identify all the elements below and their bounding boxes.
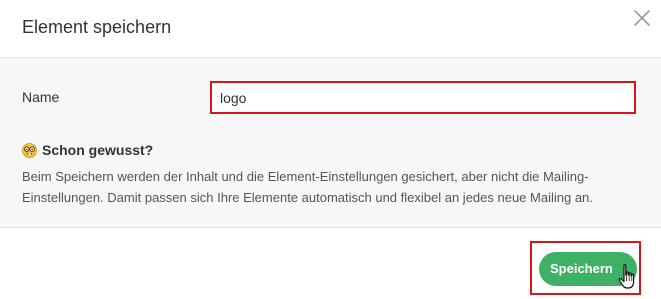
tip-title: Schon gewusst? [42,142,154,158]
save-button[interactable]: Speichern [539,252,637,286]
save-button-highlight: Speichern [530,241,641,295]
name-input[interactable] [212,83,634,112]
close-icon[interactable] [632,8,652,28]
save-element-dialog: Element speichern Name logo Schon gewuss… [0,0,661,299]
dialog-header: Element speichern [0,0,661,58]
nerd-face-icon [22,142,37,158]
name-field-highlight [210,81,636,114]
tip-text: Beim Speichern werden der Inhalt und die… [22,169,593,205]
dialog-body: Name Schon gewusst? Beim Speichern werde… [0,58,661,228]
name-label: Name [22,89,60,105]
dialog-title: Element speichern [22,17,172,37]
dialog-footer: Speichern [0,228,661,299]
tip-heading: Schon gewusst? [22,141,153,159]
